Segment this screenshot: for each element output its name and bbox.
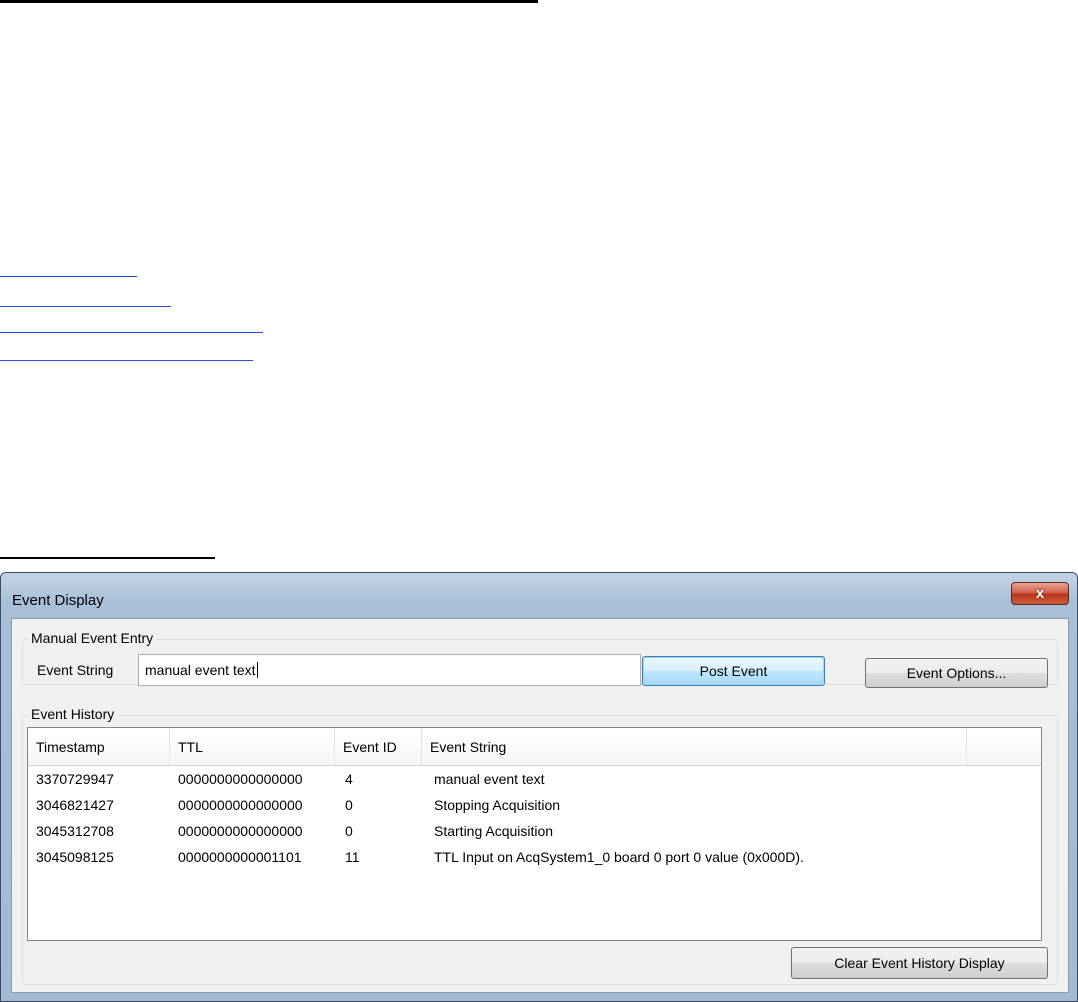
event-display-window: Event Display x Manual Event Entry Event… xyxy=(0,572,1078,1002)
cell-event-string: Starting Acquisition xyxy=(434,823,554,839)
close-icon: x xyxy=(1035,585,1045,602)
event-history-label: Event History xyxy=(28,706,118,722)
text-caret xyxy=(256,662,258,678)
column-header-ttl[interactable]: TTL xyxy=(170,728,335,765)
table-row[interactable]: 3370729947 0000000000000000 4 manual eve… xyxy=(28,767,1041,793)
column-header-event-string[interactable]: Event String xyxy=(422,728,967,765)
cell-ttl: 0000000000000000 xyxy=(178,797,303,813)
close-button[interactable]: x xyxy=(1011,582,1069,605)
cell-event-id: 0 xyxy=(345,823,353,839)
manual-event-entry-label: Manual Event Entry xyxy=(28,630,157,646)
post-event-button-label: Post Event xyxy=(699,663,768,679)
table-row[interactable]: 3046821427 0000000000000000 0 Stopping A… xyxy=(28,793,1041,819)
cell-timestamp: 3370729947 xyxy=(36,771,114,787)
window-client-area: Manual Event Entry Event String manual e… xyxy=(11,618,1069,993)
table-row[interactable]: 3045312708 0000000000000000 0 Starting A… xyxy=(28,819,1041,845)
table-row[interactable]: 3045098125 0000000000001101 11 TTL Input… xyxy=(28,845,1041,871)
column-header-timestamp[interactable]: Timestamp xyxy=(28,728,170,765)
event-string-input[interactable]: manual event text xyxy=(138,654,641,686)
event-string-label: Event String xyxy=(37,662,114,678)
cell-event-id: 11 xyxy=(345,849,360,865)
cell-timestamp: 3045312708 xyxy=(36,823,114,839)
column-header-event-id[interactable]: Event ID xyxy=(335,728,422,765)
cell-ttl: 0000000000001101 xyxy=(178,849,302,865)
document-link-underline[interactable] xyxy=(0,332,263,333)
event-options-button[interactable]: Event Options... xyxy=(865,658,1048,688)
cell-event-string: manual event text xyxy=(434,771,545,787)
document-link-underline[interactable] xyxy=(0,360,253,361)
post-event-button[interactable]: Post Event xyxy=(642,656,825,686)
title-bar[interactable]: Event Display x xyxy=(1,573,1077,617)
document-heading-underline xyxy=(0,557,215,559)
cell-timestamp: 3045098125 xyxy=(36,849,114,865)
event-history-list[interactable]: Timestamp TTL Event ID Event String 3370… xyxy=(27,727,1042,941)
cell-ttl: 0000000000000000 xyxy=(178,771,303,787)
document-link-underline[interactable] xyxy=(0,306,171,307)
column-header-filler xyxy=(967,728,1042,765)
list-header: Timestamp TTL Event ID Event String xyxy=(28,728,1041,766)
clear-event-history-button-label: Clear Event History Display xyxy=(834,955,1005,971)
document-link-underline[interactable] xyxy=(0,276,137,277)
cell-timestamp: 3046821427 xyxy=(36,797,114,813)
clear-event-history-button[interactable]: Clear Event History Display xyxy=(791,947,1048,979)
document-rule xyxy=(0,0,538,3)
cell-event-string: Stopping Acquisition xyxy=(434,797,561,813)
cell-event-id: 4 xyxy=(345,771,353,787)
cell-ttl: 0000000000000000 xyxy=(178,823,303,839)
cell-event-id: 0 xyxy=(345,797,353,813)
cell-event-string: TTL Input on AcqSystem1_0 board 0 port 0… xyxy=(434,849,804,865)
event-options-button-label: Event Options... xyxy=(906,665,1007,681)
window-title: Event Display xyxy=(12,592,104,609)
event-string-value: manual event text xyxy=(145,662,256,678)
